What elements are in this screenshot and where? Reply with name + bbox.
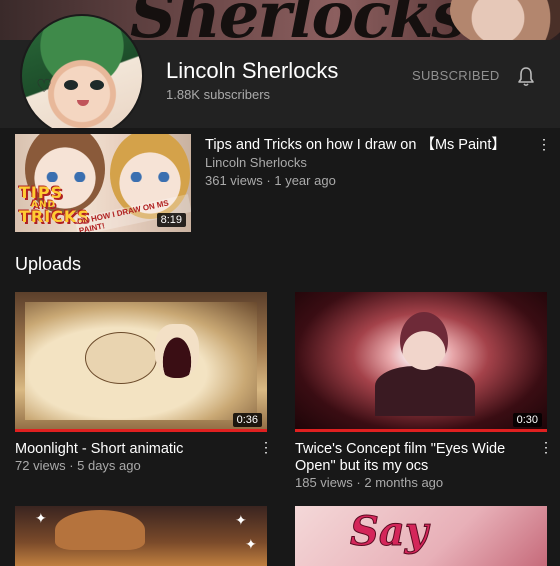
more-options-icon[interactable]: ⋮ <box>538 438 554 456</box>
avatar-mouth <box>77 100 89 106</box>
featured-thumbnail[interactable]: TIPS AND TRICKS ON HOW I DRAW ON MS PAIN… <box>15 134 191 232</box>
video-meta: 361 views · 1 year ago <box>205 173 336 188</box>
banner-text: Sherlocks <box>130 0 468 40</box>
upload-thumbnail[interactable]: 0:30 <box>295 292 547 432</box>
video-meta: 72 views · 5 days ago <box>15 458 141 473</box>
channel-header: ♡ Lincoln Sherlocks 1.88K subscribers SU… <box>0 14 560 138</box>
video-title[interactable]: Twice's Concept film "Eyes Wide Open" bu… <box>295 441 535 475</box>
thumb-figure <box>85 332 157 384</box>
thumb-title-art: Say <box>349 508 429 556</box>
subscriber-count: 1.88K subscribers <box>166 87 271 102</box>
video-meta: 185 views · 2 months ago <box>295 475 444 490</box>
channel-avatar[interactable]: ♡ <box>20 14 144 138</box>
sparkle-icon: ✦ <box>235 512 247 528</box>
video-title[interactable]: Moonlight - Short animatic <box>15 441 255 458</box>
channel-name: Lincoln Sherlocks <box>166 58 339 83</box>
avatar-eye <box>90 80 104 90</box>
sparkle-icon: ✦ <box>245 536 257 552</box>
uploads-heading: Uploads <box>15 254 82 274</box>
thumb-eyes <box>127 172 173 182</box>
duration-badge: 0:30 <box>512 413 542 427</box>
avatar-heart-mark: ♡ <box>36 76 53 96</box>
sparkle-icon: ✦ <box>35 510 47 526</box>
upload-thumbnail[interactable]: ✦ ✦ ✦ <box>15 506 267 566</box>
watch-progress-bar <box>295 429 547 432</box>
video-channel: Lincoln Sherlocks <box>205 155 307 170</box>
watch-progress-bar <box>15 429 267 432</box>
video-title[interactable]: Tips and Tricks on how I draw on 【Ms Pai… <box>205 136 515 154</box>
thumb-figure <box>55 510 145 550</box>
upload-thumbnail[interactable]: Say <box>295 506 547 566</box>
avatar-eye <box>64 80 78 90</box>
banner-art <box>450 0 560 40</box>
thumb-text-line: TIPS <box>19 183 64 202</box>
thumb-figure <box>375 366 475 416</box>
duration-badge: 8:19 <box>156 213 186 227</box>
more-options-icon[interactable]: ⋮ <box>258 438 274 456</box>
featured-video[interactable]: TIPS AND TRICKS ON HOW I DRAW ON MS PAIN… <box>0 128 560 232</box>
subscribed-button[interactable]: SUBSCRIBED <box>412 68 500 83</box>
thumb-figure <box>400 312 448 370</box>
thumb-eyes <box>43 172 89 182</box>
upload-thumbnail[interactable]: 0:36 <box>15 292 267 432</box>
thumb-figure <box>155 324 199 378</box>
more-options-icon[interactable]: ⋮ <box>536 135 552 153</box>
duration-badge: 0:36 <box>232 413 262 427</box>
bell-icon[interactable] <box>514 65 538 89</box>
